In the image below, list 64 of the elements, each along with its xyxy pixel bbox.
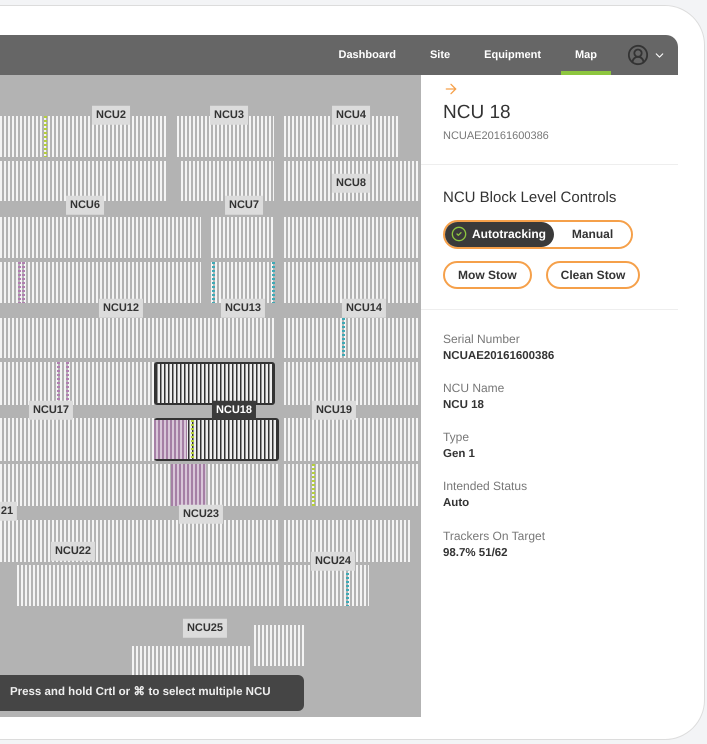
section-heading: NCU Block Level Controls — [443, 188, 618, 208]
ncu-label[interactable]: NCU25 — [182, 618, 228, 638]
tracker-row[interactable] — [17, 565, 279, 606]
tracker-row[interactable] — [211, 217, 274, 258]
field-value: Auto — [443, 496, 470, 512]
ncu-label[interactable]: NCU3 — [210, 106, 248, 124]
tracker-row[interactable] — [254, 625, 304, 666]
nav-tab[interactable]: Dashboard — [324, 35, 410, 75]
tracker-row[interactable] — [0, 161, 167, 201]
tracker-row[interactable] — [284, 565, 369, 606]
ncu-label[interactable]: NCU18 — [212, 400, 256, 420]
ncu-label[interactable]: NCU23 — [178, 504, 224, 524]
tracker-row[interactable] — [211, 262, 274, 303]
tracker-row[interactable] — [0, 318, 274, 358]
ncu-label[interactable]: NCU12 — [98, 298, 144, 318]
tracker-row[interactable] — [284, 161, 420, 201]
tracker-row[interactable] — [0, 217, 201, 258]
stow-button[interactable]: Clean Stow — [546, 260, 640, 288]
field-label: Trackers On Target — [443, 528, 546, 544]
tracker-row[interactable] — [0, 520, 279, 562]
tracker-row[interactable] — [284, 318, 420, 358]
ncu-label[interactable]: 21 — [0, 502, 18, 520]
tracker-row[interactable] — [284, 362, 420, 405]
tracker-row[interactable] — [284, 217, 420, 258]
arrow-right-icon[interactable] — [443, 81, 459, 97]
field-value: NCUAE20161600386 — [443, 348, 556, 364]
mode-toggle-option[interactable]: Autotracking — [445, 222, 554, 246]
panel-title: NCU 18 — [443, 101, 512, 125]
nav-tab[interactable]: Equipment — [470, 35, 555, 75]
ncu-label[interactable]: NCU17 — [28, 400, 74, 420]
field-label: Intended Status — [443, 478, 528, 496]
nav-tab[interactable]: Site — [416, 35, 464, 75]
ncu-label[interactable]: NCU19 — [312, 400, 356, 420]
tracker-row[interactable] — [284, 262, 420, 303]
ncu-label[interactable]: NCU6 — [66, 196, 104, 214]
selected-tracker-row[interactable] — [154, 418, 279, 461]
field-label: NCU Name — [443, 380, 506, 397]
ncu-label[interactable]: NCU2 — [92, 106, 130, 124]
hint-text: Press and hold Crtl or ⌘ to select multiple NCU — [10, 685, 271, 700]
ncu-label[interactable]: NCU7 — [225, 196, 263, 214]
ncu-label[interactable]: NCU8 — [332, 174, 370, 192]
stow-button[interactable]: Mow Stow — [443, 260, 532, 288]
ncu-label[interactable]: NCU4 — [332, 106, 370, 124]
field-label: Type — [443, 429, 470, 446]
field-value: NCU 18 — [443, 398, 485, 413]
ncu-label[interactable]: NCU24 — [310, 552, 356, 570]
tracker-row[interactable] — [0, 362, 154, 405]
field-value: Gen 1 — [443, 447, 476, 462]
tracker-row[interactable] — [0, 262, 201, 303]
tracker-row[interactable] — [284, 418, 420, 461]
ncu-label[interactable]: NCU13 — [220, 298, 266, 318]
user-menu-button[interactable] — [627, 44, 666, 66]
ncu-label[interactable]: NCU14 — [342, 298, 386, 318]
field-label: Serial Number — [443, 330, 521, 348]
field-value: 98.7% 51/62 — [443, 546, 509, 560]
tracker-row[interactable] — [181, 161, 274, 201]
panel-subtitle: NCUAE20161600386 — [443, 128, 550, 144]
user-avatar-icon — [627, 44, 649, 66]
tracker-row[interactable] — [0, 418, 154, 461]
ncu-label[interactable]: NCU22 — [50, 542, 96, 560]
tracker-row[interactable] — [284, 464, 420, 506]
selected-tracker-row[interactable] — [154, 362, 275, 405]
tracker-row[interactable] — [0, 464, 279, 506]
check-circle-icon — [451, 226, 467, 242]
